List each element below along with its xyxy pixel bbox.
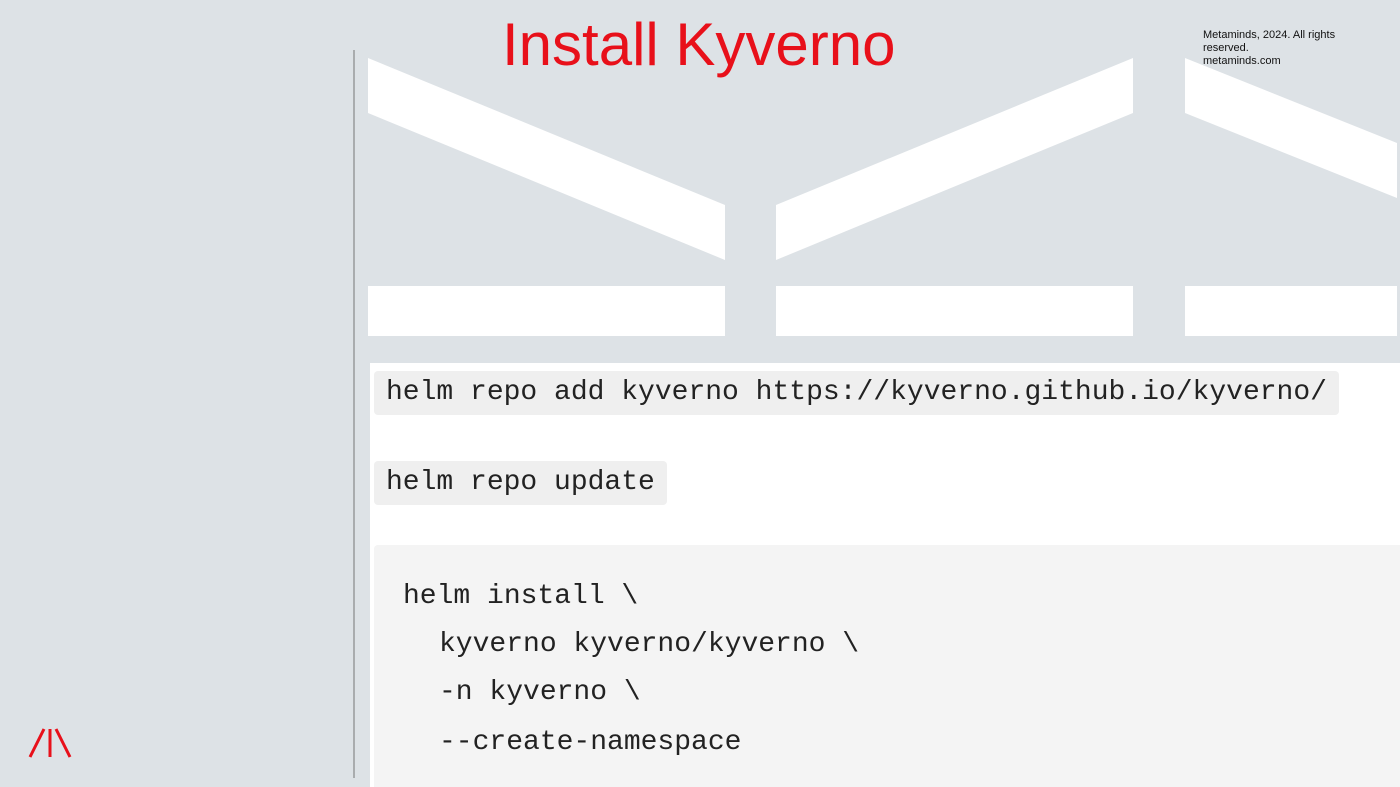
helm-repo-add-command: helm repo add kyverno https://kyverno.gi…	[374, 371, 1339, 415]
code-line: kyverno kyverno/kyverno \	[439, 629, 860, 660]
code-line: --create-namespace	[439, 727, 742, 758]
copyright-line-3: metaminds.com	[1203, 55, 1281, 67]
content-panel: helm repo add kyverno https://kyverno.gi…	[370, 363, 1400, 787]
metaminds-logo-icon	[28, 728, 72, 758]
deco-bar-right	[1185, 286, 1397, 336]
deco-bar-left	[368, 286, 725, 336]
deco-slant-middle	[776, 58, 1133, 260]
helm-repo-update-command: helm repo update	[374, 461, 667, 505]
copyright-line-2: reserved.	[1203, 42, 1249, 54]
deco-slant-left	[368, 58, 725, 260]
deco-slant-right	[1185, 58, 1397, 198]
deco-bar-middle	[776, 286, 1133, 336]
copyright-notice: Metaminds, 2024. All rights reserved. me…	[1203, 29, 1353, 68]
code-line: helm install \	[403, 581, 639, 612]
helm-install-code-block: helm install \ kyverno kyverno/kyverno \…	[374, 545, 1400, 787]
code-line: -n kyverno \	[439, 677, 641, 708]
slide-title: Install Kyverno	[502, 11, 896, 78]
copyright-line-1: Metaminds, 2024. All rights	[1203, 29, 1336, 41]
